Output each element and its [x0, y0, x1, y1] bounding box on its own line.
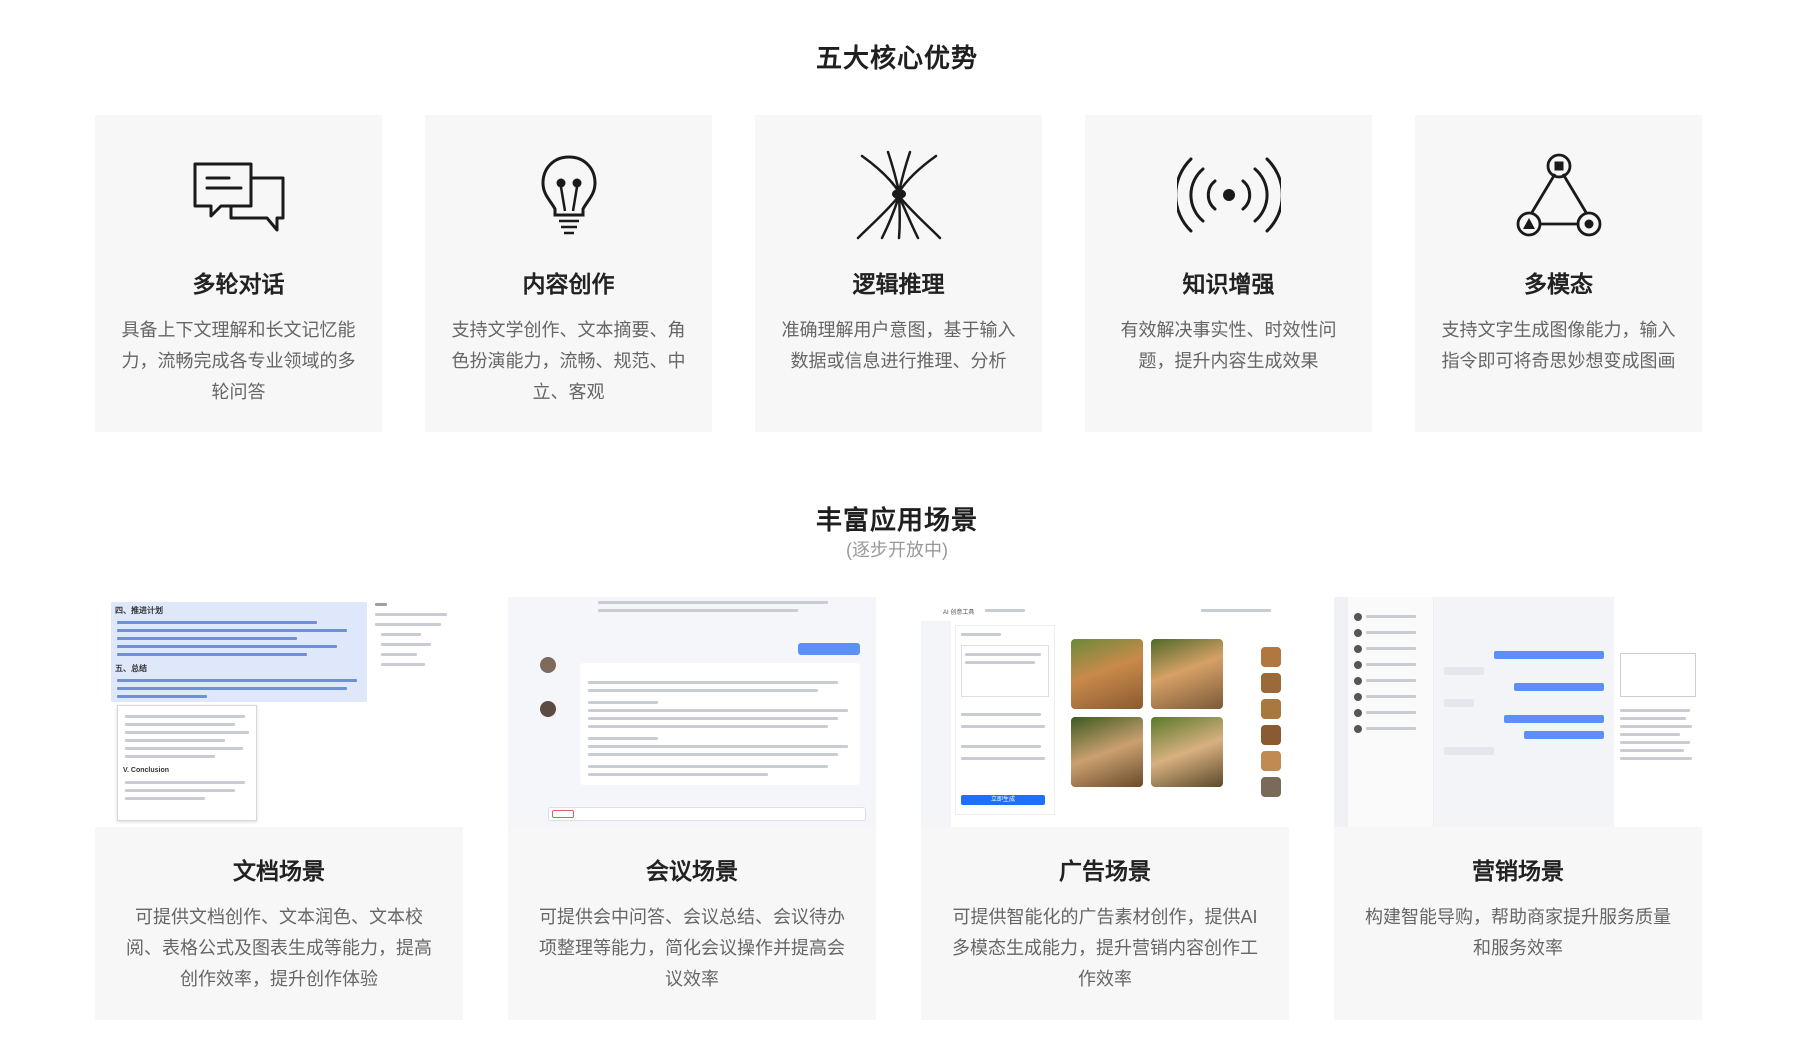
advantages-row: 多轮对话 具备上下文理解和长文记忆能力，流畅完成各专业领域的多轮问答 内容创作 …	[95, 115, 1702, 432]
avatar	[1354, 613, 1362, 621]
advantage-title: 内容创作	[522, 271, 615, 297]
advantage-card-knowledge: 知识增强 有效解决事实性、时效性问题，提升内容生成效果	[1085, 115, 1372, 432]
chat-bubbles-icon	[95, 145, 382, 245]
advertising-screenshot: AI 创意工具 立即生成	[921, 597, 1289, 827]
neural-node-icon	[755, 145, 1042, 245]
advantage-title: 逻辑推理	[852, 271, 945, 297]
advantage-card-multi-turn: 多轮对话 具备上下文理解和长文记忆能力，流畅完成各专业领域的多轮问答	[95, 115, 382, 432]
generated-image	[1071, 717, 1143, 787]
multimodal-triangle-icon	[1415, 145, 1702, 245]
scenario-desc: 可提供会中问答、会议总结、会议待办项整理等能力，简化会议操作并提高会议效率	[539, 907, 845, 989]
advantage-card-multimodal: 多模态 支持文字生成图像能力，输入指令即可将奇思妙想变成图画	[1415, 115, 1702, 432]
generated-image	[1151, 717, 1223, 787]
scenario-card-marketing: 营销场景 构建智能导购，帮助商家提升服务质量和服务效率	[1334, 597, 1702, 1020]
scenario-title: 广告场景	[1059, 858, 1151, 884]
scenario-title: 文档场景	[233, 858, 325, 884]
scenario-card-document: 四、推进计划 五、总结 V. Conclusion 文档场景 可提供文档创作、文…	[95, 597, 463, 1020]
scenario-title: 会议场景	[646, 858, 738, 884]
generated-image	[1151, 639, 1223, 709]
advantage-desc: 有效解决事实性、时效性问题，提升内容生成效果	[1120, 320, 1337, 371]
advantage-card-content-creation: 内容创作 支持文学创作、文本摘要、角色扮演能力，流畅、规范、中立、客观	[425, 115, 712, 432]
avatar	[1354, 709, 1362, 717]
generated-image	[1071, 639, 1143, 709]
scenarios-title: 丰富应用场景	[815, 505, 978, 535]
advantage-card-logic: 逻辑推理 准确理解用户意图，基于输入数据或信息进行推理、分析	[755, 115, 1042, 432]
avatar	[1354, 725, 1362, 733]
avatar	[1354, 693, 1362, 701]
meeting-screenshot	[508, 597, 876, 827]
avatar	[1354, 677, 1362, 685]
doc-section-summary: 五、总结	[115, 664, 147, 673]
scenario-desc: 可提供文档创作、文本润色、文本校阅、表格公式及图表生成等能力，提高创作效率，提升…	[126, 907, 432, 989]
marketing-screenshot	[1334, 597, 1702, 827]
advantage-desc: 支持文学创作、文本摘要、角色扮演能力，流畅、规范、中立、客观	[451, 320, 686, 402]
ad-app-name: AI 创意工具	[943, 610, 975, 616]
doc-section-plan: 四、推进计划	[115, 606, 163, 615]
advantage-title: 多轮对话	[192, 271, 285, 297]
avatar	[1354, 629, 1362, 637]
scenario-desc: 可提供智能化的广告素材创作，提供AI多模态生成能力，提升营销内容创作工作效率	[952, 907, 1258, 989]
scenario-card-meeting: 会议场景 可提供会中问答、会议总结、会议待办项整理等能力，简化会议操作并提高会议…	[508, 597, 876, 1020]
broadcast-signal-icon	[1085, 145, 1372, 245]
advantage-desc: 支持文字生成图像能力，输入指令即可将奇思妙想变成图画	[1441, 320, 1676, 371]
avatar	[1354, 645, 1362, 653]
lightbulb-icon	[425, 145, 712, 245]
avatar	[540, 701, 556, 717]
advantage-title: 多模态	[1524, 271, 1593, 297]
avatar	[540, 657, 556, 673]
generate-button[interactable]: 立即生成	[961, 795, 1045, 805]
document-screenshot: 四、推进计划 五、总结 V. Conclusion	[95, 597, 463, 827]
scenario-desc: 构建智能导购，帮助商家提升服务质量和服务效率	[1365, 907, 1671, 958]
scenarios-subtitle: (逐步开放中)	[846, 540, 948, 560]
advantages-title: 五大核心优势	[815, 43, 978, 73]
scenario-card-advertising: AI 创意工具 立即生成 广告场景 可提供智能化的广告素材创作，提供AI多模态生…	[921, 597, 1289, 1020]
advantage-title: 知识增强	[1182, 271, 1275, 297]
avatar	[1354, 661, 1362, 669]
advantage-desc: 具备上下文理解和长文记忆能力，流畅完成各专业领域的多轮问答	[121, 320, 356, 402]
doc-conclusion: V. Conclusion	[123, 767, 170, 774]
scenario-title: 营销场景	[1472, 858, 1564, 884]
advantage-desc: 准确理解用户意图，基于输入数据或信息进行推理、分析	[781, 320, 1016, 371]
